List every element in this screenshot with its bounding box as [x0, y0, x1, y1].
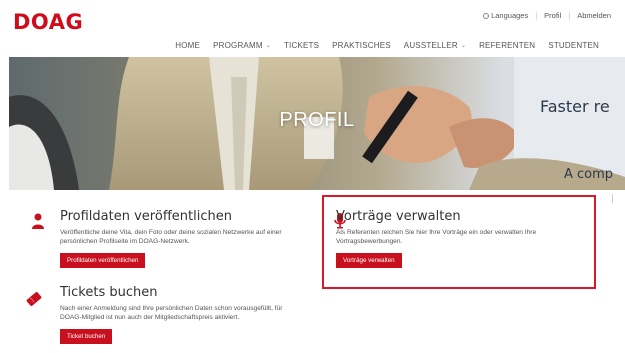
publish-profile-button[interactable]: Profildaten veröffentlichen [60, 253, 146, 268]
page-title: PROFIL [279, 109, 355, 131]
hero-background-text: A comp [564, 167, 614, 182]
highlight-box [322, 195, 596, 289]
card-title: Profildaten veröffentlichen [60, 209, 232, 224]
nav-item-programm[interactable]: PROGRAMM ⌄ [213, 41, 271, 50]
chevron-down-icon: ⌄ [460, 43, 467, 49]
card-text: Nach einer Anmeldung sind Ihre persönlic… [60, 305, 283, 321]
profile-link[interactable]: Profil [544, 11, 561, 20]
chevron-down-icon: ⌄ [265, 43, 271, 49]
nav-label: PRAKTISCHES [332, 41, 391, 50]
nav-label: AUSSTELLER [403, 41, 458, 50]
nav-label: TICKETS [283, 41, 320, 50]
nav-label: REFERENTEN [479, 41, 536, 50]
doag-logo[interactable]: DOAG [13, 10, 83, 34]
tickets-card: Tickets buchen Nach einer Anmeldung sind… [60, 285, 300, 344]
nav-item-tickets[interactable]: TICKETS [284, 41, 319, 50]
book-ticket-button[interactable]: Ticket buchen [60, 329, 113, 344]
utility-nav: Languages | Profil | Abmelden [483, 11, 611, 20]
main-nav: HOME PROGRAMM ⌄ TICKETS PRAKTISCHES AUSST… [162, 41, 599, 50]
languages-link[interactable]: Languages [491, 11, 528, 20]
divider: | [535, 11, 538, 20]
divider: | [568, 11, 571, 20]
ticket-icon [26, 292, 42, 306]
card-title: Tickets buchen [60, 285, 158, 300]
nav-item-aussteller[interactable]: AUSSTELLER ⌄ [404, 41, 466, 50]
card-text: Veröffentliche deine Vita, dein Foto ode… [60, 229, 282, 245]
nav-label: PROGRAMM [213, 41, 263, 50]
nav-item-studenten[interactable]: STUDENTEN [548, 41, 599, 50]
nav-item-home[interactable]: HOME [175, 41, 200, 50]
hero-banner: Faster re A comp PROFIL [9, 57, 625, 190]
scrollbar[interactable] [612, 194, 613, 203]
nav-label: HOME [175, 41, 201, 50]
nav-item-referenten[interactable]: REFERENTEN [479, 41, 535, 50]
logout-link[interactable]: Abmelden [577, 11, 611, 20]
nav-item-praktisches[interactable]: PRAKTISCHES [332, 41, 391, 50]
profile-card: Profildaten veröffentlichen Veröffentlic… [60, 209, 300, 268]
user-icon [32, 213, 44, 229]
globe-icon [483, 12, 490, 19]
nav-label: STUDENTEN [548, 41, 599, 50]
